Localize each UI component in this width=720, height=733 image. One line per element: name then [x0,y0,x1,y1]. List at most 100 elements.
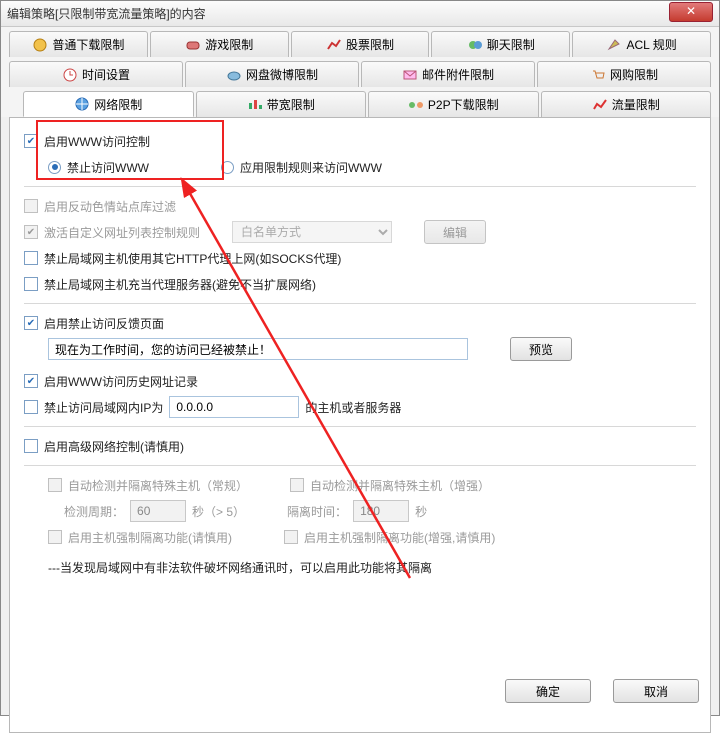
checkbox-force-iso-enh [284,530,298,544]
label-force-iso: 启用主机强制隔离功能(请慎用) [68,529,232,546]
tab-netdisk[interactable]: 网盘微博限制 [185,61,359,87]
row-forbid-proxy: 禁止局域网主机使用其它HTTP代理上网(如SOCKS代理) [24,245,696,271]
tab-game[interactable]: 游戏限制 [150,31,289,57]
tab-stock[interactable]: 股票限制 [291,31,430,57]
row-history: 启用WWW访问历史网址记录 [24,368,696,394]
label-seconds-gt: 秒（> 5） [192,503,245,520]
mail-icon [402,67,418,83]
input-ip[interactable] [169,396,299,418]
checkbox-auto-enhanced [290,478,304,492]
tab-label: 网盘微博限制 [246,66,318,83]
checkbox-forbid-proxy[interactable] [24,251,38,265]
label-forbid-host-proxy: 禁止局域网主机充当代理服务器(避免不当扩展网络) [44,276,316,293]
checkbox-forbid-ip[interactable] [24,400,38,414]
label-apply-rule-www: 应用限制规则来访问WWW [240,159,382,176]
tab-mail[interactable]: 邮件附件限制 [361,61,535,87]
checkbox-force-iso [48,530,62,544]
button-ok[interactable]: 确定 [505,679,591,703]
radio-forbid-www[interactable] [48,161,61,174]
checkbox-adv[interactable] [24,439,38,453]
tab-network[interactable]: 网络限制 [23,91,194,117]
tab-chat[interactable]: 聊天限制 [431,31,570,57]
button-preview[interactable]: 预览 [510,337,572,361]
stock-icon [326,37,342,53]
row-feedback: 启用禁止访问反馈页面 [24,310,696,336]
checkbox-enable-www[interactable] [24,134,38,148]
label-enable-www: 启用WWW访问控制 [44,133,150,150]
label-forbid-proxy: 禁止局域网主机使用其它HTTP代理上网(如SOCKS代理) [44,250,341,267]
tab-label: 流量限制 [612,96,660,113]
row-auto-detect: 自动检测并隔离特殊主机（常规） 自动检测并隔离特殊主机（增强） [48,472,696,498]
game-icon [185,37,201,53]
tab-label: 网购限制 [610,66,658,83]
label-feedback: 启用禁止访问反馈页面 [44,315,164,332]
bandwidth-icon [247,97,263,113]
row-note: ---当发现局域网中有非法软件破坏网络通讯时，可以启用此功能将其隔离 [48,554,696,580]
label-isolate-time: 隔离时间： [287,503,347,520]
tab-label: P2P下载限制 [428,96,499,113]
row-url-rules: 激活自定义网址列表控制规则 白名单方式 编辑 [24,219,696,245]
tabs-row-2: 时间设置 网盘微博限制 邮件附件限制 网购限制 [1,57,719,87]
label-force-iso-enh: 启用主机强制隔离功能(增强,请慎用) [304,529,495,546]
input-detect-period [130,500,186,522]
label-forbid-ip: 禁止访问局域网内IP为 [44,399,163,416]
label-antiporn: 启用反动色情站点库过滤 [44,198,176,215]
label-forbid-www: 禁止访问WWW [67,159,149,176]
row-www-radios: 禁止访问WWW 应用限制规则来访问WWW [48,154,696,180]
tabs-row-3: 网络限制 带宽限制 P2P下载限制 流量限制 [1,87,719,117]
label-note: ---当发现局域网中有非法软件破坏网络通讯时，可以启用此功能将其隔离 [48,559,432,576]
row-adv: 启用高级网络控制(请慎用) [24,433,696,459]
radio-apply-rule-www[interactable] [221,161,234,174]
acl-icon [606,37,622,53]
label-adv: 启用高级网络控制(请慎用) [44,438,184,455]
label-detect-period: 检测周期： [64,503,124,520]
tab-label: ACL 规则 [626,36,676,53]
label-history: 启用WWW访问历史网址记录 [44,373,198,390]
input-feedback-text[interactable] [48,338,468,360]
tab-label: 聊天限制 [487,36,535,53]
label-auto-enhanced: 自动检测并隔离特殊主机（增强） [310,477,490,494]
tab-acl[interactable]: ACL 规则 [572,31,711,57]
tab-label: 股票限制 [346,36,394,53]
tab-download[interactable]: 普通下载限制 [9,31,148,57]
tabs-row-1: 普通下载限制 游戏限制 股票限制 聊天限制 ACL 规则 [1,27,719,57]
tab-bandwidth[interactable]: 带宽限制 [196,91,367,117]
traffic-icon [592,97,608,113]
close-button[interactable]: ✕ [669,2,713,22]
checkbox-history[interactable] [24,374,38,388]
cart-icon [590,67,606,83]
button-edit: 编辑 [424,220,486,244]
row-forbid-host-proxy: 禁止局域网主机充当代理服务器(避免不当扩展网络) [24,271,696,297]
download-icon [32,37,48,53]
row-enable-www: 启用WWW访问控制 [24,128,696,154]
button-cancel[interactable]: 取消 [613,679,699,703]
content-panel: 启用WWW访问控制 禁止访问WWW 应用限制规则来访问WWW 启用反动色情站点库… [9,117,711,733]
tab-shop[interactable]: 网购限制 [537,61,711,87]
input-isolate-time [353,500,409,522]
checkbox-forbid-host-proxy[interactable] [24,277,38,291]
clock-icon [62,67,78,83]
divider [24,426,696,427]
label-auto-normal: 自动检测并隔离特殊主机（常规） [68,477,248,494]
tab-label: 带宽限制 [267,96,315,113]
row-forbid-ip: 禁止访问局域网内IP为 的主机或者服务器 [24,394,696,420]
checkbox-url-rules [24,225,38,239]
tab-time[interactable]: 时间设置 [9,61,183,87]
tab-label: 网络限制 [94,96,142,113]
checkbox-feedback[interactable] [24,316,38,330]
select-whitelist: 白名单方式 [232,221,392,243]
window-title: 编辑策略[只限制带宽流量策略]的内容 [7,5,669,22]
divider [24,186,696,187]
footer: 确定 取消 [505,679,699,703]
label-seconds: 秒 [415,503,427,520]
title-bar: 编辑策略[只限制带宽流量策略]的内容 ✕ [1,1,719,27]
tab-label: 普通下载限制 [52,36,124,53]
chat-icon [467,37,483,53]
p2p-icon [408,97,424,113]
globe-icon [74,96,90,112]
tab-traffic[interactable]: 流量限制 [541,91,712,117]
tab-p2p[interactable]: P2P下载限制 [368,91,539,117]
label-url-rules: 激活自定义网址列表控制规则 [44,224,200,241]
cloud-icon [226,67,242,83]
row-force-iso: 启用主机强制隔离功能(请慎用) 启用主机强制隔离功能(增强,请慎用) [48,524,696,550]
